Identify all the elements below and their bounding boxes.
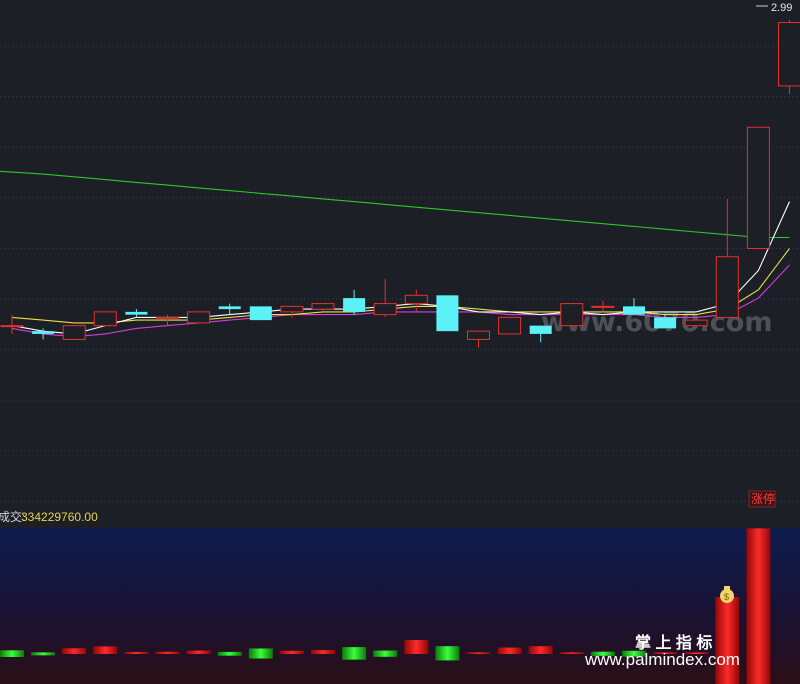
volume-bar [373,650,398,657]
candle [715,198,739,318]
limit-up-tag: 涨停 [748,490,776,508]
volume-bar [311,650,335,654]
candle [467,330,490,348]
candle-body [343,298,366,312]
candle-body [778,22,800,87]
candle-body [591,305,615,308]
candle [778,19,800,95]
candle [498,316,522,335]
candle [404,289,428,312]
candle [0,314,24,334]
volume-bar [62,648,87,654]
limit-up-tag-text: 涨停 [751,491,775,506]
candle-body [187,311,211,324]
candle-body [654,317,677,329]
volume-bar [124,651,149,654]
candle-body [125,311,148,315]
volume-bar [404,639,429,654]
candle-body [156,316,179,319]
volume-bar [528,646,553,654]
volume-bar [0,650,24,658]
candle-body [62,325,86,340]
volume-bar [186,650,211,654]
volume-label-bar: 成交: 334229760.00 [0,509,800,528]
volume-chart: $ 掌 上 指 标 www.palmindex.com [0,528,800,684]
candle [62,325,86,340]
volume-bar [93,646,118,654]
candle [373,278,397,318]
volume-bar [746,528,771,684]
candle [218,303,241,315]
last-price-marker: 2.99 [756,2,792,14]
ma-line-green [0,170,790,239]
candle-body [436,295,459,332]
candle-body [684,319,708,327]
candle [93,311,117,327]
candle [249,306,272,321]
volume-bar [715,596,740,684]
candle [343,289,366,315]
candle [436,295,459,332]
volume-bar [497,647,522,654]
candle-body [467,330,490,340]
candle-body [249,306,272,321]
candle-body [404,294,428,305]
candle-body [93,311,117,327]
candle-body [218,306,241,310]
candle-body [0,325,24,328]
price-chart: www.6070.com 2.99 涨停 [0,2,800,508]
candle-body [715,256,739,318]
volume-bar [217,651,242,656]
candle [187,311,211,324]
candle [746,126,770,249]
volume-bar [31,652,56,656]
volume-label-value: 334229760.00 [21,510,98,524]
candle [623,298,645,315]
candle-body [32,331,55,334]
candle-body [560,303,584,327]
candle [125,309,148,318]
volume-bar [155,651,180,654]
candle-body [311,303,335,310]
candle-body [623,306,645,315]
svg-text:$: $ [724,592,729,602]
candle-body [498,316,522,335]
price-grid [0,45,800,502]
candle [529,325,552,343]
volume-bar [559,652,584,654]
volume-bar [248,648,273,659]
candle-body [280,305,304,313]
volume-bar [279,650,304,654]
candle-body [746,126,770,249]
candle-body [529,325,552,334]
volume-bar [342,647,367,660]
last-price-label: 2.99 [771,2,792,14]
volume-bar [435,646,460,661]
candle-body [373,303,397,316]
brand-site: www.palmindex.com [584,650,740,669]
candle [560,303,584,327]
candle [311,303,335,312]
volume-bar [466,652,491,654]
